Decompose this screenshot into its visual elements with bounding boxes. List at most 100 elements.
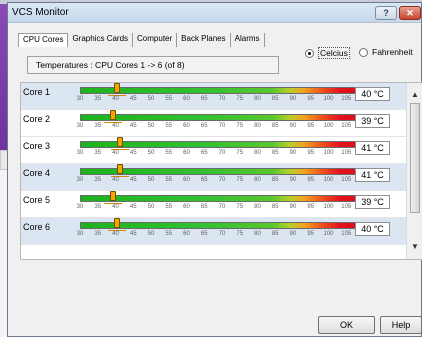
celsius-label: Celcius [318, 47, 350, 59]
core-row: Core 1 30 35 40 45 50 55 60 65 70 75 80 85 90 95 100 105… [21, 83, 406, 110]
scale-tick-label: 70 [218, 96, 226, 102]
scale-tick-label: 90 [289, 177, 297, 183]
help-title-button[interactable]: ? [375, 6, 397, 20]
scale-tick-label: 100 [323, 150, 334, 156]
scale-tick-label: 60 [183, 177, 190, 183]
scale-tick-label: 35 [94, 231, 102, 237]
scale-tick-label: 35 [94, 96, 102, 102]
scale-tick-label: 40 [112, 96, 119, 102]
scale-tick-label: 105 [341, 204, 352, 210]
scale-tick-label: 80 [254, 123, 261, 129]
scale-tick-label: 50 [147, 204, 155, 210]
scale-tick-label: 60 [183, 123, 190, 129]
core-row: Core 3 30 35 40 45 50 55 60 65 70 75 80 85 90 95 100 105… [21, 137, 406, 164]
core-label: Core 4 [23, 168, 51, 178]
scale-tick-label: 65 [200, 177, 208, 183]
temperature-scale: 3035404550556065707580859095100105110 [76, 204, 369, 214]
scroll-thumb[interactable] [410, 103, 420, 213]
temperature-gauge-bar [80, 164, 364, 177]
ok-button[interactable]: OK [318, 316, 375, 334]
core-row: Core 5 30 35 40 45 50 55 60 65 70 75 80 85 90 95 100 105… [21, 191, 406, 218]
help-button[interactable]: Help [380, 316, 422, 334]
scale-tick-label: 40 [112, 150, 119, 156]
scale-tick-label: 90 [289, 150, 297, 156]
temperature-readout: 39 °C [355, 114, 390, 128]
scale-tick-label: 80 [254, 204, 261, 210]
fahrenheit-radio[interactable] [359, 47, 368, 57]
temperature-needle-icon [117, 164, 124, 174]
temperature-needle-icon [109, 191, 116, 201]
scale-tick-label: 60 [183, 96, 190, 102]
scale-tick-label: 80 [254, 96, 261, 102]
scale-tick-label: 65 [200, 123, 208, 129]
scale-tick-label: 100 [323, 123, 334, 129]
scale-tick-label: 105 [341, 150, 352, 156]
scale-tick-label: 35 [94, 177, 102, 183]
scale-tick-label: 90 [289, 123, 297, 129]
scale-tick-label: 45 [129, 231, 137, 237]
scale-tick-label: 50 [147, 150, 155, 156]
temperature-needle-icon [113, 83, 120, 93]
tab-back-planes[interactable]: Back Planes [177, 33, 231, 47]
scale-tick-label: 30 [76, 204, 84, 210]
scale-tick-label: 85 [271, 177, 279, 183]
temperature-gauge-bar [80, 137, 364, 150]
temperature-readout: 41 °C [355, 168, 390, 182]
scale-tick-label: 30 [76, 150, 84, 156]
scale-tick-label: 65 [200, 150, 208, 156]
temperature-readout: 40 °C [355, 87, 390, 101]
scale-tick-label: 40 [112, 231, 119, 237]
temperatures-header: Temperatures : CPU Cores 1 -> 6 (of 8) [27, 56, 279, 74]
scale-tick-label: 35 [94, 204, 102, 210]
scale-tick-label: 55 [165, 177, 173, 183]
scale-tick-label: 55 [165, 204, 173, 210]
scale-tick-label: 30 [76, 231, 84, 237]
scale-tick-label: 60 [183, 204, 190, 210]
tab-computer[interactable]: Computer [133, 33, 178, 47]
scroll-down-icon[interactable]: ▼ [409, 241, 421, 253]
core-rows: Core 1 30 35 40 45 50 55 60 65 70 75 80 85 90 95 100 105… [21, 83, 406, 245]
scale-tick-label: 85 [271, 150, 279, 156]
scale-tick-label: 85 [271, 123, 279, 129]
list-scrollbar[interactable]: ▲ ▼ [406, 83, 422, 259]
temperature-gauge-bar [80, 110, 364, 123]
scale-tick-label: 65 [200, 231, 208, 237]
close-button[interactable]: ✕ [399, 6, 421, 20]
temperature-scale: 3035404550556065707580859095100105110 [77, 96, 369, 106]
core-label: Core 2 [23, 114, 51, 124]
scale-tick-label: 35 [94, 150, 102, 156]
close-icon: ✕ [406, 8, 414, 18]
celsius-radio[interactable] [305, 48, 314, 58]
tab-alarms[interactable]: Alarms [231, 33, 265, 47]
scale-tick-label: 90 [289, 204, 297, 210]
core-row: Core 6 30 35 40 45 50 55 60 65 70 75 80 85 90 95 100 105… [21, 218, 406, 245]
temperature-scale: 3035404550556065707580859095100105110 [76, 150, 369, 160]
scale-tick-label: 80 [254, 231, 261, 237]
scale-tick-label: 100 [323, 204, 334, 210]
scale-tick-label: 70 [218, 231, 226, 237]
scale-tick-label: 35 [94, 123, 102, 129]
scale-tick-label: 75 [236, 204, 244, 210]
temperature-readout: 40 °C [355, 222, 390, 236]
celsius-option[interactable]: Celcius [305, 47, 350, 59]
temperature-readout: 39 °C [355, 195, 390, 209]
scale-tick-label: 75 [236, 123, 244, 129]
scale-tick-label: 105 [341, 231, 352, 237]
tab-graphics-cards[interactable]: Graphics Cards [68, 33, 134, 47]
tab-bar: CPU Cores Graphics Cards Computer Back Plan… [18, 33, 265, 47]
fahrenheit-option[interactable]: Fahrenheit [359, 47, 413, 57]
scale-tick-label: 30 [76, 177, 84, 183]
core-row: Core 4 30 35 40 45 50 55 60 65 70 75 80 85 90 95 100 105… [21, 164, 406, 191]
scale-tick-label: 55 [165, 231, 173, 237]
scroll-up-icon[interactable]: ▲ [409, 89, 421, 101]
title-bar[interactable]: VCS Monitor ? ✕ [8, 3, 421, 23]
temperature-needle-icon [113, 218, 120, 228]
scale-tick-label: 40 [112, 123, 119, 129]
core-label: Core 6 [23, 222, 51, 232]
tab-cpu-cores[interactable]: CPU Cores [18, 33, 69, 47]
vcs-monitor-window: VCS Monitor ? ✕ CPU Cores Graphics Cards C… [7, 2, 422, 337]
scale-tick-label: 70 [218, 177, 226, 183]
temperature-scale: 3035404550556065707580859095100105110 [76, 231, 369, 241]
scale-tick-label: 65 [200, 204, 208, 210]
scale-tick-label: 95 [307, 150, 315, 156]
